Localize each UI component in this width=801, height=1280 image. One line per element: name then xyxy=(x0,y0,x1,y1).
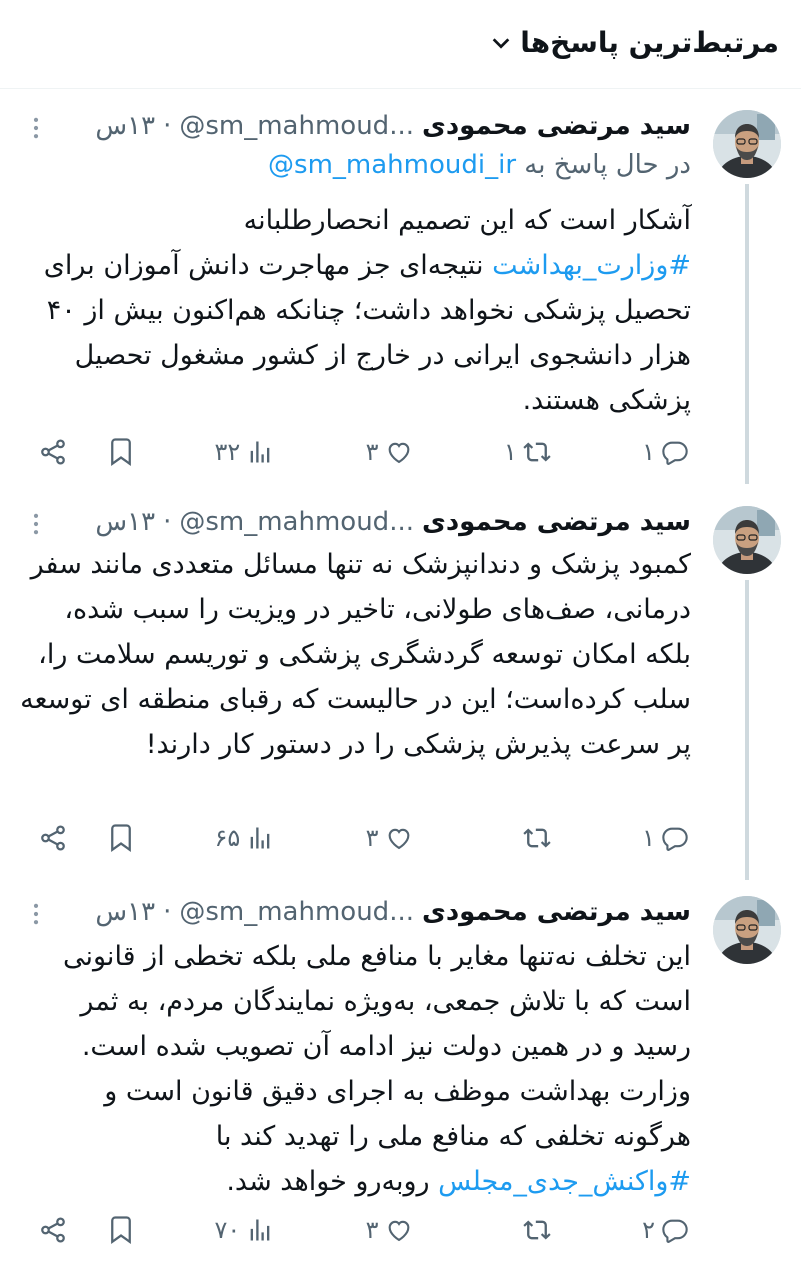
heart-icon xyxy=(385,824,413,852)
secondary-actions xyxy=(38,823,136,853)
reply-tweet[interactable]: سید مرتضی محمودی @sm_mahmoud... · ۱۳س در… xyxy=(0,96,801,486)
author-handle[interactable]: @sm_mahmoud... xyxy=(179,897,414,927)
secondary-actions xyxy=(38,1215,136,1245)
reply-icon xyxy=(661,824,689,852)
separator-dot: · xyxy=(163,897,172,927)
views-button[interactable]: ۶۵ xyxy=(214,824,274,852)
views-count: ۶۵ xyxy=(214,824,241,852)
avatar[interactable] xyxy=(713,896,781,964)
share-icon xyxy=(38,823,68,853)
like-count: ۳ xyxy=(365,438,379,466)
chevron-down-icon xyxy=(492,37,510,49)
bookmark-icon xyxy=(106,823,136,853)
sort-replies-button[interactable]: مرتبط‌ترین پاسخ‌ها xyxy=(490,26,779,59)
replies-header: مرتبط‌ترین پاسخ‌ها xyxy=(0,0,801,89)
timestamp[interactable]: ۱۳س xyxy=(95,507,155,537)
separator-dot: · xyxy=(163,507,172,537)
like-button[interactable]: ۳ xyxy=(353,438,413,466)
views-icon xyxy=(246,438,274,466)
avatar[interactable] xyxy=(713,110,781,178)
reply-button[interactable]: ۱ xyxy=(629,438,689,466)
retweet-button[interactable] xyxy=(491,1216,551,1244)
separator-dot: · xyxy=(163,111,172,141)
secondary-actions xyxy=(38,437,136,467)
tweet-actions: ۱ ۱ ۳ ۳۲ xyxy=(38,430,689,474)
reply-icon xyxy=(661,1216,689,1244)
bookmark-icon xyxy=(106,1215,136,1245)
reply-count: ۱ xyxy=(642,438,655,466)
tweet-meta: سید مرتضی محمودی @sm_mahmoud... · ۱۳س xyxy=(56,106,691,146)
like-button[interactable]: ۳ xyxy=(353,1216,413,1244)
reply-icon xyxy=(661,438,689,466)
retweet-count: ۱ xyxy=(503,438,517,466)
like-count: ۳ xyxy=(365,824,379,852)
author-name[interactable]: سید مرتضی محمودی xyxy=(422,507,691,537)
reply-tweet[interactable]: سید مرتضی محمودی @sm_mahmoud... · ۱۳س کم… xyxy=(0,492,801,880)
reply-button[interactable]: ۱ xyxy=(629,824,689,852)
thread-line xyxy=(745,184,749,484)
timestamp[interactable]: ۱۳س xyxy=(95,111,155,141)
tweet-actions: ۱ ۳ ۶۵ xyxy=(38,816,689,860)
author-handle[interactable]: @sm_mahmoud... xyxy=(179,507,414,537)
reply-tweet[interactable]: سید مرتضی محمودی @sm_mahmoud... · ۱۳س ای… xyxy=(0,882,801,1280)
retweet-icon xyxy=(523,1216,551,1244)
reply-count: ۲ xyxy=(642,1216,655,1244)
like-button[interactable]: ۳ xyxy=(353,824,413,852)
views-count: ۳۲ xyxy=(214,438,241,466)
bookmark-button[interactable] xyxy=(106,823,136,853)
tweet-meta: سید مرتضی محمودی @sm_mahmoud... · ۱۳س xyxy=(56,502,691,542)
author-name[interactable]: سید مرتضی محمودی xyxy=(422,897,691,927)
tweet-text: کمبود پزشک و دندانپزشک نه تنها مسائل متع… xyxy=(20,549,691,760)
views-count: ۷۰ xyxy=(214,1216,241,1244)
bookmark-icon xyxy=(106,437,136,467)
views-icon xyxy=(246,1216,274,1244)
views-icon xyxy=(246,824,274,852)
avatar[interactable] xyxy=(713,506,781,574)
heart-icon xyxy=(385,438,413,466)
views-button[interactable]: ۳۲ xyxy=(214,438,274,466)
retweet-button[interactable] xyxy=(491,824,551,852)
tweet-text: آشکار است که این تصمیم انحصارطلبانه #وزا… xyxy=(20,198,691,423)
tweet-meta: سید مرتضی محمودی @sm_mahmoud... · ۱۳س xyxy=(56,892,691,932)
bookmark-button[interactable] xyxy=(106,437,136,467)
replying-label: در حال پاسخ به xyxy=(524,150,691,180)
timestamp[interactable]: ۱۳س xyxy=(95,897,155,927)
author-name[interactable]: سید مرتضی محمودی xyxy=(422,111,691,141)
tweet-text-part: روبه‌رو خواهد شد. xyxy=(226,1166,439,1197)
share-button[interactable] xyxy=(38,823,68,853)
retweet-icon xyxy=(523,438,551,466)
header-title: مرتبط‌ترین پاسخ‌ها xyxy=(520,26,779,59)
reply-count: ۱ xyxy=(642,824,655,852)
heart-icon xyxy=(385,1216,413,1244)
tweet-actions: ۲ ۳ ۷۰ xyxy=(38,1208,689,1252)
hashtag-link[interactable]: #واکنش_جدی_مجلس xyxy=(438,1166,691,1197)
more-vertical-icon[interactable] xyxy=(26,114,46,142)
views-button[interactable]: ۷۰ xyxy=(214,1216,274,1244)
replying-handle-link[interactable]: @sm_mahmoudi_ir xyxy=(268,150,516,180)
retweet-button[interactable]: ۱ xyxy=(491,438,551,466)
reply-button[interactable]: ۲ xyxy=(629,1216,689,1244)
like-count: ۳ xyxy=(365,1216,379,1244)
author-handle[interactable]: @sm_mahmoud... xyxy=(179,111,414,141)
share-icon xyxy=(38,437,68,467)
tweet-text-part: آشکار است که این تصمیم انحصارطلبانه xyxy=(243,205,691,236)
retweet-icon xyxy=(523,824,551,852)
tweet-text-part: این تخلف نه‌تنها مغایر با منافع ملی بلکه… xyxy=(62,941,691,1152)
replying-to: در حال پاسخ به @sm_mahmoudi_ir xyxy=(20,150,691,180)
hashtag-link[interactable]: #وزارت_بهداشت xyxy=(492,250,691,281)
bookmark-button[interactable] xyxy=(106,1215,136,1245)
thread-line xyxy=(745,580,749,880)
more-vertical-icon[interactable] xyxy=(26,510,46,538)
tweet-text: این تخلف نه‌تنها مغایر با منافع ملی بلکه… xyxy=(20,934,691,1204)
share-button[interactable] xyxy=(38,1215,68,1245)
more-vertical-icon[interactable] xyxy=(26,900,46,928)
share-icon xyxy=(38,1215,68,1245)
share-button[interactable] xyxy=(38,437,68,467)
